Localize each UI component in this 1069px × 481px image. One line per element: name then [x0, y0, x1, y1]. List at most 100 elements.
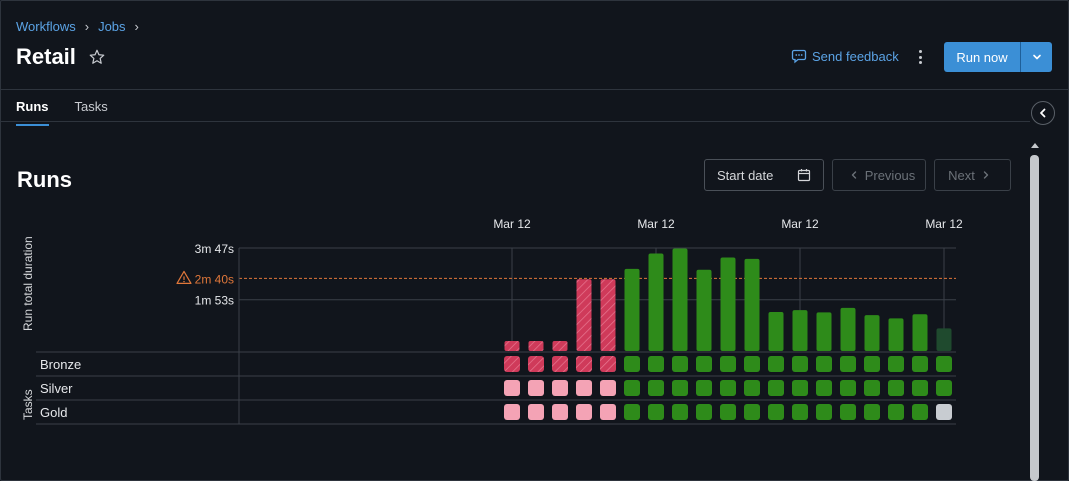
start-date-picker[interactable]: Start date	[704, 159, 824, 191]
task-status-cell[interactable]	[864, 356, 880, 372]
run-duration-bar[interactable]	[720, 257, 736, 351]
task-status-cell[interactable]	[912, 404, 928, 420]
task-status-cell[interactable]	[648, 404, 664, 420]
run-duration-bar[interactable]	[864, 315, 880, 351]
task-status-cell[interactable]	[504, 380, 520, 396]
task-status-cell[interactable]	[840, 380, 856, 396]
run-duration-bar[interactable]	[672, 248, 688, 351]
run-duration-bar[interactable]	[696, 269, 712, 351]
task-status-cell[interactable]	[816, 380, 832, 396]
previous-button[interactable]: Previous	[832, 159, 926, 191]
task-status-cell[interactable]	[888, 404, 904, 420]
task-status-cell[interactable]	[792, 356, 808, 372]
run-now-button[interactable]: Run now	[944, 42, 1020, 72]
task-status-cell[interactable]	[840, 356, 856, 372]
task-status-cell[interactable]	[792, 380, 808, 396]
task-status-cell[interactable]	[648, 356, 664, 372]
chat-bubble-icon	[791, 49, 807, 64]
task-status-cell[interactable]	[936, 356, 952, 372]
run-duration-bar[interactable]	[912, 314, 928, 351]
run-duration-bar[interactable]	[888, 318, 904, 351]
task-status-cell[interactable]	[816, 356, 832, 372]
breadcrumb-workflows[interactable]: Workflows	[16, 19, 76, 34]
task-status-cell[interactable]	[552, 380, 568, 396]
task-status-cell[interactable]	[624, 404, 640, 420]
run-duration-bar[interactable]	[600, 279, 616, 351]
run-duration-bar[interactable]	[624, 268, 640, 351]
run-duration-bar[interactable]	[768, 311, 784, 351]
run-duration-bar[interactable]	[504, 341, 520, 351]
task-status-cell[interactable]	[600, 380, 616, 396]
task-status-cell[interactable]	[600, 404, 616, 420]
task-status-cell[interactable]	[696, 356, 712, 372]
run-options-dropdown[interactable]	[1020, 42, 1052, 72]
x-tick-label: Mar 12	[637, 217, 675, 231]
task-status-cell[interactable]	[888, 380, 904, 396]
task-status-cell[interactable]	[576, 380, 592, 396]
task-status-cell[interactable]	[528, 380, 544, 396]
task-status-cell[interactable]	[672, 380, 688, 396]
chevron-left-icon	[851, 171, 856, 179]
collapse-panel-button[interactable]	[1031, 101, 1055, 125]
breadcrumb: Workflows › Jobs ›	[16, 19, 148, 34]
send-feedback-label: Send feedback	[812, 48, 899, 64]
task-status-cell[interactable]	[840, 404, 856, 420]
y-axis-label: Run total duration	[21, 236, 35, 331]
task-status-cell[interactable]	[504, 356, 520, 372]
more-options-icon[interactable]	[912, 48, 928, 66]
task-status-cell[interactable]	[768, 380, 784, 396]
task-status-cell[interactable]	[624, 380, 640, 396]
task-status-cell[interactable]	[552, 356, 568, 372]
run-duration-bar[interactable]	[528, 341, 544, 351]
task-status-cell[interactable]	[912, 380, 928, 396]
task-status-cell[interactable]	[720, 380, 736, 396]
task-status-cell[interactable]	[696, 404, 712, 420]
run-duration-bar[interactable]	[840, 307, 856, 351]
task-status-cell[interactable]	[888, 356, 904, 372]
task-status-cell[interactable]	[696, 380, 712, 396]
next-button[interactable]: Next	[934, 159, 1011, 191]
run-duration-bar[interactable]	[552, 341, 568, 351]
task-status-cell[interactable]	[864, 404, 880, 420]
task-status-cell[interactable]	[528, 356, 544, 372]
task-status-cell[interactable]	[864, 380, 880, 396]
run-duration-bar[interactable]	[744, 258, 760, 351]
task-status-cell[interactable]	[576, 356, 592, 372]
task-row-label: Bronze	[40, 357, 81, 372]
run-duration-bar[interactable]	[648, 253, 664, 351]
scrollbar-thumb[interactable]	[1030, 155, 1039, 481]
send-feedback-link[interactable]: Send feedback	[791, 48, 899, 64]
task-status-cell[interactable]	[768, 404, 784, 420]
task-status-cell[interactable]	[744, 356, 760, 372]
star-icon[interactable]	[88, 48, 106, 66]
task-status-cell[interactable]	[600, 356, 616, 372]
task-status-cell[interactable]	[576, 404, 592, 420]
task-status-cell[interactable]	[936, 404, 952, 420]
task-status-cell[interactable]	[720, 356, 736, 372]
task-status-cell[interactable]	[504, 404, 520, 420]
task-status-cell[interactable]	[648, 380, 664, 396]
task-status-cell[interactable]	[528, 404, 544, 420]
task-status-cell[interactable]	[744, 404, 760, 420]
run-duration-bar[interactable]	[792, 310, 808, 351]
scroll-up-arrow[interactable]	[1030, 140, 1040, 150]
task-status-cell[interactable]	[792, 404, 808, 420]
run-duration-bar[interactable]	[576, 279, 592, 351]
task-status-cell[interactable]	[720, 404, 736, 420]
task-status-cell[interactable]	[816, 404, 832, 420]
previous-label: Previous	[864, 167, 916, 183]
warning-icon	[176, 270, 192, 285]
task-status-cell[interactable]	[936, 380, 952, 396]
task-status-cell[interactable]	[672, 404, 688, 420]
breadcrumb-jobs[interactable]: Jobs	[98, 19, 125, 34]
task-status-cell[interactable]	[624, 356, 640, 372]
task-row-label: Gold	[40, 405, 67, 420]
task-status-cell[interactable]	[768, 356, 784, 372]
task-status-cell[interactable]	[912, 356, 928, 372]
run-duration-bar[interactable]	[816, 312, 832, 351]
task-status-cell[interactable]	[552, 404, 568, 420]
task-row-label: Silver	[40, 381, 73, 396]
task-status-cell[interactable]	[744, 380, 760, 396]
task-status-cell[interactable]	[672, 356, 688, 372]
run-duration-bar[interactable]	[936, 328, 952, 351]
